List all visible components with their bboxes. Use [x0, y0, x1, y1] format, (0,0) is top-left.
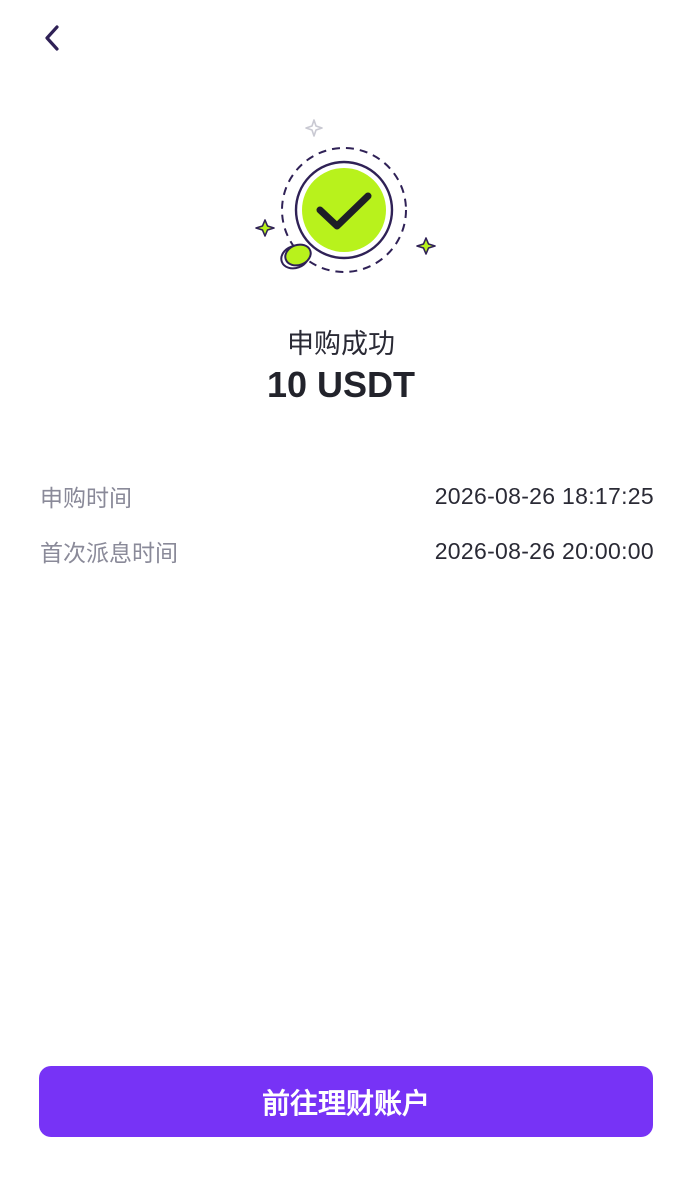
- detail-label: 首次派息时间: [40, 541, 178, 567]
- detail-row-subscription-time: 申购时间 2026-08-26 18:17:25: [40, 478, 654, 514]
- detail-value: 2026-08-26 20:00:00: [434, 537, 654, 564]
- success-check-icon: [248, 112, 444, 284]
- go-to-wealth-account-button[interactable]: 前往理财账户: [39, 1066, 653, 1137]
- subscription-success-page: 申购成功 10 USDT 申购时间 2026-08-26 18:17:25 首次…: [0, 0, 682, 1178]
- chevron-left-icon: [45, 25, 59, 51]
- sparkle-icon: [416, 237, 436, 255]
- detail-label: 申购时间: [40, 486, 132, 512]
- detail-value: 2026-08-26 18:17:25: [434, 482, 654, 509]
- subscription-amount: 10 USDT: [266, 364, 416, 405]
- sparkle-icon: [305, 119, 323, 137]
- sparkle-icon: [255, 219, 275, 237]
- result-title: 申购成功: [287, 329, 395, 360]
- back-button[interactable]: [30, 16, 74, 60]
- detail-row-first-payout-time: 首次派息时间 2026-08-26 20:00:00: [40, 533, 654, 569]
- coin-icon: [280, 243, 312, 270]
